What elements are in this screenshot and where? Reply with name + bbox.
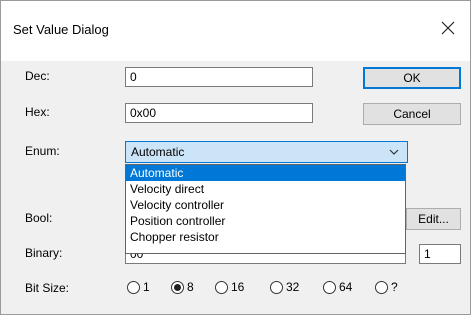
enum-selected-value: Automatic — [131, 145, 185, 159]
enum-option-velocity-controller[interactable]: Velocity controller — [126, 197, 405, 213]
enum-label: Enum: — [25, 144, 60, 158]
radio-circle-icon — [270, 280, 283, 294]
radio-circle-icon — [323, 280, 336, 294]
close-icon — [441, 21, 455, 35]
enum-option-chopper-resistor[interactable]: Chopper resistor — [126, 229, 405, 245]
radio-circle-checked-icon — [171, 280, 184, 294]
enum-dropdown-list: Automatic Velocity direct Velocity contr… — [125, 164, 406, 254]
bit-size-64-label: 64 — [339, 280, 353, 294]
radio-circle-icon — [127, 280, 140, 294]
bool-label: Bool: — [25, 211, 53, 225]
dialog-title: Set Value Dialog — [13, 22, 109, 37]
bit-size-radio-1[interactable]: 1 — [127, 280, 150, 294]
chevron-down-icon — [389, 149, 399, 155]
hex-input[interactable]: 0x00 — [125, 103, 313, 123]
enum-option-position-controller[interactable]: Position controller — [126, 213, 405, 229]
bit-size-radio-unknown[interactable]: ? — [375, 280, 398, 294]
binary-count-input[interactable]: 1 — [419, 244, 461, 264]
bit-size-16-label: 16 — [231, 280, 245, 294]
bit-size-radio-64[interactable]: 64 — [323, 280, 352, 294]
bit-size-radio-16[interactable]: 16 — [215, 280, 244, 294]
radio-circle-icon — [375, 280, 388, 294]
bit-size-1-label: 1 — [143, 280, 150, 294]
bit-size-32-label: 32 — [286, 280, 300, 294]
bit-size-radio-8[interactable]: 8 — [171, 280, 194, 294]
cancel-button[interactable]: Cancel — [363, 103, 461, 125]
edit-button[interactable]: Edit... — [406, 208, 461, 230]
enum-option-automatic[interactable]: Automatic — [126, 165, 405, 181]
dec-label: Dec: — [25, 69, 50, 83]
set-value-dialog: Set Value Dialog Dec: 0 OK Hex: 0x00 Can… — [0, 0, 471, 315]
enum-option-velocity-direct[interactable]: Velocity direct — [126, 181, 405, 197]
enum-select[interactable]: Automatic — [125, 141, 408, 163]
bit-size-8-label: 8 — [187, 280, 194, 294]
radio-circle-icon — [215, 280, 228, 294]
close-button[interactable] — [426, 11, 470, 47]
bit-size-unknown-label: ? — [391, 280, 398, 294]
title-bar: Set Value Dialog — [1, 1, 470, 61]
hex-label: Hex: — [25, 105, 50, 119]
dec-input[interactable]: 0 — [125, 67, 313, 87]
binary-label: Binary: — [25, 246, 63, 260]
bit-size-radio-32[interactable]: 32 — [270, 280, 299, 294]
ok-button[interactable]: OK — [363, 67, 461, 89]
bit-size-label: Bit Size: — [25, 281, 70, 295]
